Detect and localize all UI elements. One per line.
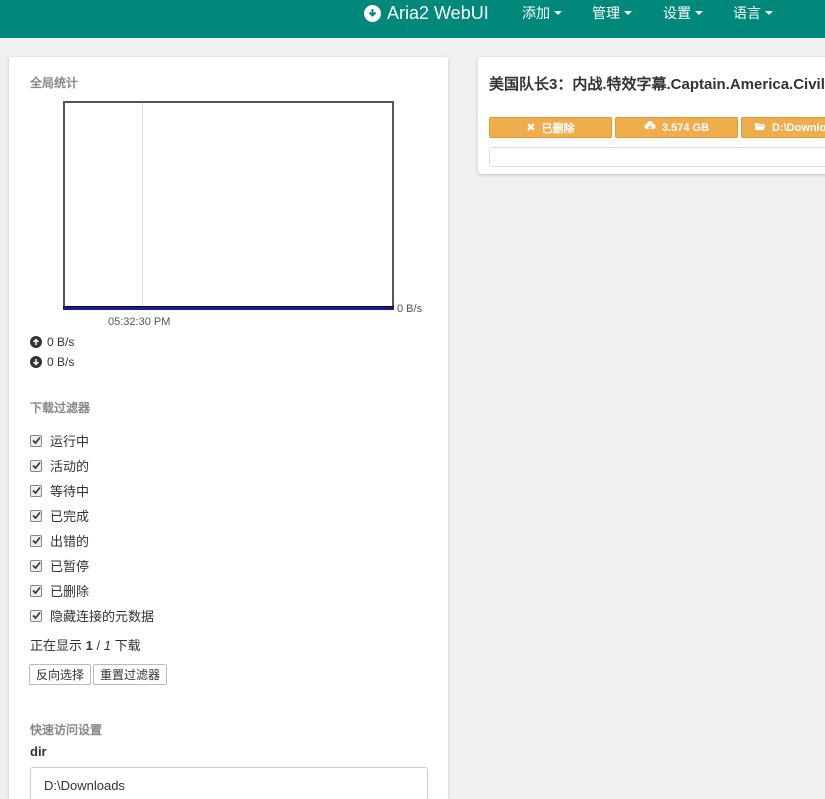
showing-count: 正在显示 1 / 1 下载: [30, 635, 141, 654]
filter-running[interactable]: 运行中: [30, 431, 89, 450]
filter-waiting[interactable]: 等待中: [30, 481, 89, 500]
invert-selection-button[interactable]: 反向选择: [29, 664, 92, 685]
brand[interactable]: Aria2 WebUI: [364, 0, 489, 26]
filter-label: 隐藏连接的元数据: [50, 609, 155, 624]
path-label: D:\Downloads: [772, 121, 825, 134]
global-stats-title: 全局统计: [30, 76, 79, 90]
filter-label: 活动的: [50, 459, 90, 474]
menu-language[interactable]: 语言: [733, 0, 773, 26]
checkbox-checked-icon[interactable]: [30, 559, 42, 572]
caret-down-icon: [624, 11, 632, 15]
menu-settings[interactable]: 设置: [663, 0, 703, 26]
menu-settings-label: 设置: [663, 5, 691, 21]
checkbox-checked-icon[interactable]: [30, 534, 42, 547]
filter-label: 等待中: [50, 484, 90, 499]
sidebar-panel: 全局统计 05:32:30 PM 0 B/s 0 B/s 0 B/s 下载过滤器…: [9, 57, 448, 799]
menu-add-label: 添加: [522, 5, 550, 21]
checkbox-checked-icon[interactable]: [30, 459, 42, 472]
download-card[interactable]: 美国队长3：内战.特效字幕.Captain.America.Civil ✖ 已删…: [478, 57, 825, 174]
quick-settings-title: 快速访问设置: [30, 723, 103, 737]
chart-gridline: [142, 103, 143, 310]
showing-suffix: 下载: [114, 638, 141, 653]
dir-label: dir: [30, 744, 47, 759]
menu-add[interactable]: 添加: [522, 0, 562, 26]
checkbox-checked-icon[interactable]: [30, 484, 42, 497]
checkbox-checked-icon[interactable]: [30, 434, 42, 447]
status-badge[interactable]: ✖ 已删除: [489, 117, 612, 138]
upload-arrow-icon: [30, 336, 42, 348]
showing-separator: /: [92, 638, 104, 653]
dir-input[interactable]: [30, 767, 428, 799]
checkbox-checked-icon[interactable]: [30, 509, 42, 522]
menu-manage[interactable]: 管理: [592, 0, 632, 26]
download-speed: 0 B/s: [30, 355, 74, 369]
filter-complete[interactable]: 已完成: [30, 506, 89, 525]
caret-down-icon: [695, 11, 703, 15]
chart-time-label: 05:32:30 PM: [108, 316, 171, 328]
filter-label: 出错的: [50, 534, 90, 549]
speed-chart: [63, 101, 394, 310]
menu-language-label: 语言: [733, 5, 761, 21]
download-title: 美国队长3：内战.特效字幕.Captain.America.Civil: [489, 76, 825, 93]
showing-total: 1: [103, 638, 111, 653]
status-label: 已删除: [541, 122, 575, 135]
brand-title: Aria2 WebUI: [387, 2, 489, 23]
size-badge[interactable]: 3.574 GB: [615, 117, 738, 138]
caret-down-icon: [765, 11, 773, 15]
filter-active[interactable]: 活动的: [30, 456, 89, 475]
top-navbar: Aria2 WebUI 添加 管理 设置 语言: [0, 0, 825, 38]
download-circle-icon: [364, 4, 381, 22]
filter-error[interactable]: 出错的: [30, 531, 89, 550]
filter-paused[interactable]: 已暂停: [30, 556, 89, 575]
size-label: 3.574 GB: [661, 121, 710, 134]
caret-down-icon: [554, 11, 562, 15]
showing-prefix: 正在显示: [30, 638, 83, 653]
chart-rate-label: 0 B/s: [397, 303, 423, 315]
upload-speed-value: 0 B/s: [47, 335, 75, 349]
cloud-download-icon: [644, 121, 656, 134]
checkbox-checked-icon[interactable]: [30, 584, 42, 597]
filter-label: 已暂停: [50, 559, 90, 574]
filter-label: 运行中: [50, 434, 90, 449]
close-icon: ✖: [526, 122, 536, 134]
folder-open-icon: [754, 121, 766, 134]
upload-speed: 0 B/s: [30, 335, 74, 349]
progress-bar: [489, 147, 825, 167]
download-arrow-icon: [30, 356, 42, 368]
download-speed-value: 0 B/s: [47, 355, 75, 369]
filter-removed[interactable]: 已删除: [30, 581, 89, 600]
filter-hide-metadata[interactable]: 隐藏连接的元数据: [30, 606, 154, 625]
reset-filters-button[interactable]: 重置过滤器: [93, 664, 168, 685]
download-filter-title: 下载过滤器: [30, 401, 91, 415]
menu-manage-label: 管理: [592, 5, 620, 21]
showing-current: 1: [85, 638, 93, 653]
chart-speed-line: [63, 306, 394, 310]
path-badge[interactable]: D:\Downloads: [741, 117, 825, 138]
checkbox-checked-icon[interactable]: [30, 609, 42, 622]
filter-label: 已完成: [50, 509, 90, 524]
filter-label: 已删除: [50, 584, 90, 599]
